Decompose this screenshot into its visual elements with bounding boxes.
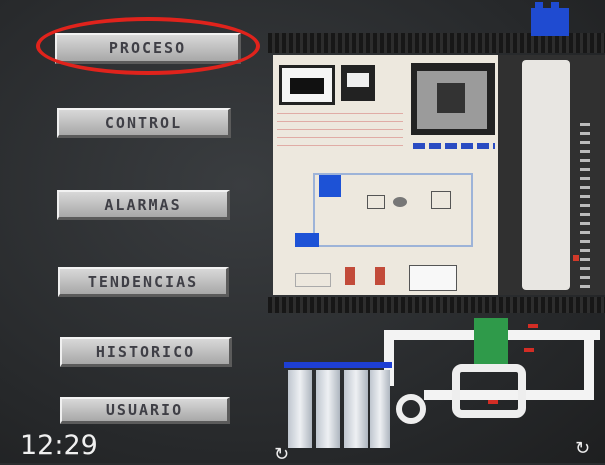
- sensor-icon: [431, 191, 451, 209]
- piping-diagram: [284, 318, 600, 448]
- menu-button-control[interactable]: CONTROL: [57, 108, 231, 138]
- control-panel-diagram[interactable]: [273, 55, 498, 295]
- alarm-indicator-icon: [573, 255, 579, 261]
- monitor-icon: [411, 63, 495, 135]
- alarm-indicator-icon: [524, 348, 534, 352]
- menu-button-proceso[interactable]: PROCESO: [55, 33, 241, 64]
- storage-tube: [522, 60, 570, 290]
- filter-manifold: [284, 362, 392, 368]
- filter-icon: [288, 370, 312, 448]
- switch-icon: [409, 265, 457, 291]
- display-device-icon: [341, 65, 375, 101]
- top-rail: [268, 33, 605, 53]
- menu-button-tendencias[interactable]: TENDENCIAS: [58, 267, 229, 297]
- filter-icon: [370, 370, 390, 448]
- sensor-icon: [393, 197, 407, 207]
- tank-icon: [295, 233, 319, 247]
- fuse-icon: [345, 267, 355, 285]
- filter-icon: [316, 370, 340, 448]
- menu-button-usuario[interactable]: USUARIO: [60, 397, 230, 424]
- level-scale: [580, 118, 590, 288]
- sensor-icon: [367, 195, 385, 209]
- valve-icon[interactable]: [474, 318, 508, 364]
- filter-icon: [344, 370, 368, 448]
- middle-rail: [268, 297, 605, 313]
- alarm-indicator-icon: [488, 400, 498, 404]
- pump-icon[interactable]: [396, 394, 426, 424]
- wiring-lines: [277, 113, 403, 153]
- refresh-icon: ↻: [274, 444, 290, 465]
- indicator-row: [413, 143, 495, 149]
- menu-button-alarmas[interactable]: ALARMAS: [57, 190, 230, 220]
- menu-button-historico[interactable]: HISTORICO: [60, 337, 232, 367]
- clock: 12:29: [20, 430, 98, 461]
- fuse-icon: [375, 267, 385, 285]
- refresh-icon: ↻: [575, 438, 591, 459]
- terminal-block-icon: [295, 273, 331, 287]
- tank-icon: [319, 175, 341, 197]
- meter-device-icon: [279, 65, 335, 105]
- blue-tank-icon: [531, 2, 569, 36]
- vessel-icon: [452, 364, 526, 418]
- hmi-screen: PROCESO CONTROL ALARMAS TENDENCIAS HISTO…: [0, 0, 605, 465]
- filter-bank: [284, 362, 392, 448]
- alarm-indicator-icon: [528, 324, 538, 328]
